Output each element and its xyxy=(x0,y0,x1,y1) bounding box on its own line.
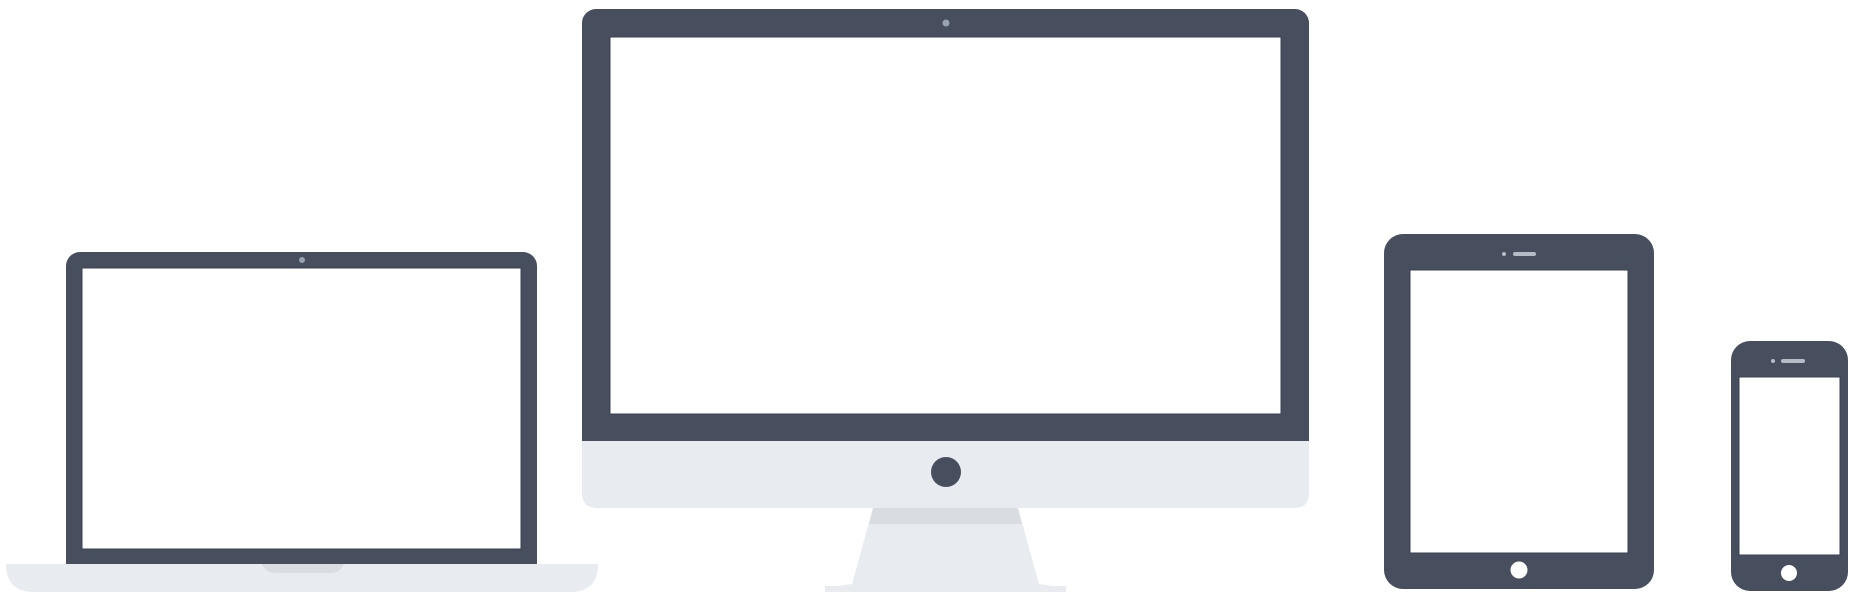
monitor-camera-icon xyxy=(942,19,950,27)
laptop-camera-icon xyxy=(299,257,305,263)
tablet-screen xyxy=(1409,269,1629,554)
monitor-bezel-lower xyxy=(582,420,1309,441)
laptop-trackpad-notch xyxy=(262,564,344,573)
phone xyxy=(1731,341,1848,591)
phone-camera-icon xyxy=(1771,359,1775,363)
tablet xyxy=(1384,234,1654,589)
phone-screen xyxy=(1738,376,1841,556)
device-mockups xyxy=(6,9,1848,592)
monitor-stand-foot xyxy=(825,586,1066,592)
monitor-logo-icon xyxy=(931,457,961,487)
monitor-screen xyxy=(609,36,1282,415)
phone-home-button-icon xyxy=(1781,565,1797,581)
tablet-home-button-icon xyxy=(1510,561,1528,579)
tablet-speaker xyxy=(1513,252,1536,256)
laptop-screen xyxy=(81,267,522,550)
tablet-camera-icon xyxy=(1502,252,1506,256)
monitor-stand-shadow xyxy=(869,508,1022,524)
phone-speaker xyxy=(1781,359,1805,363)
desktop-monitor xyxy=(582,9,1309,592)
laptop xyxy=(6,252,598,592)
